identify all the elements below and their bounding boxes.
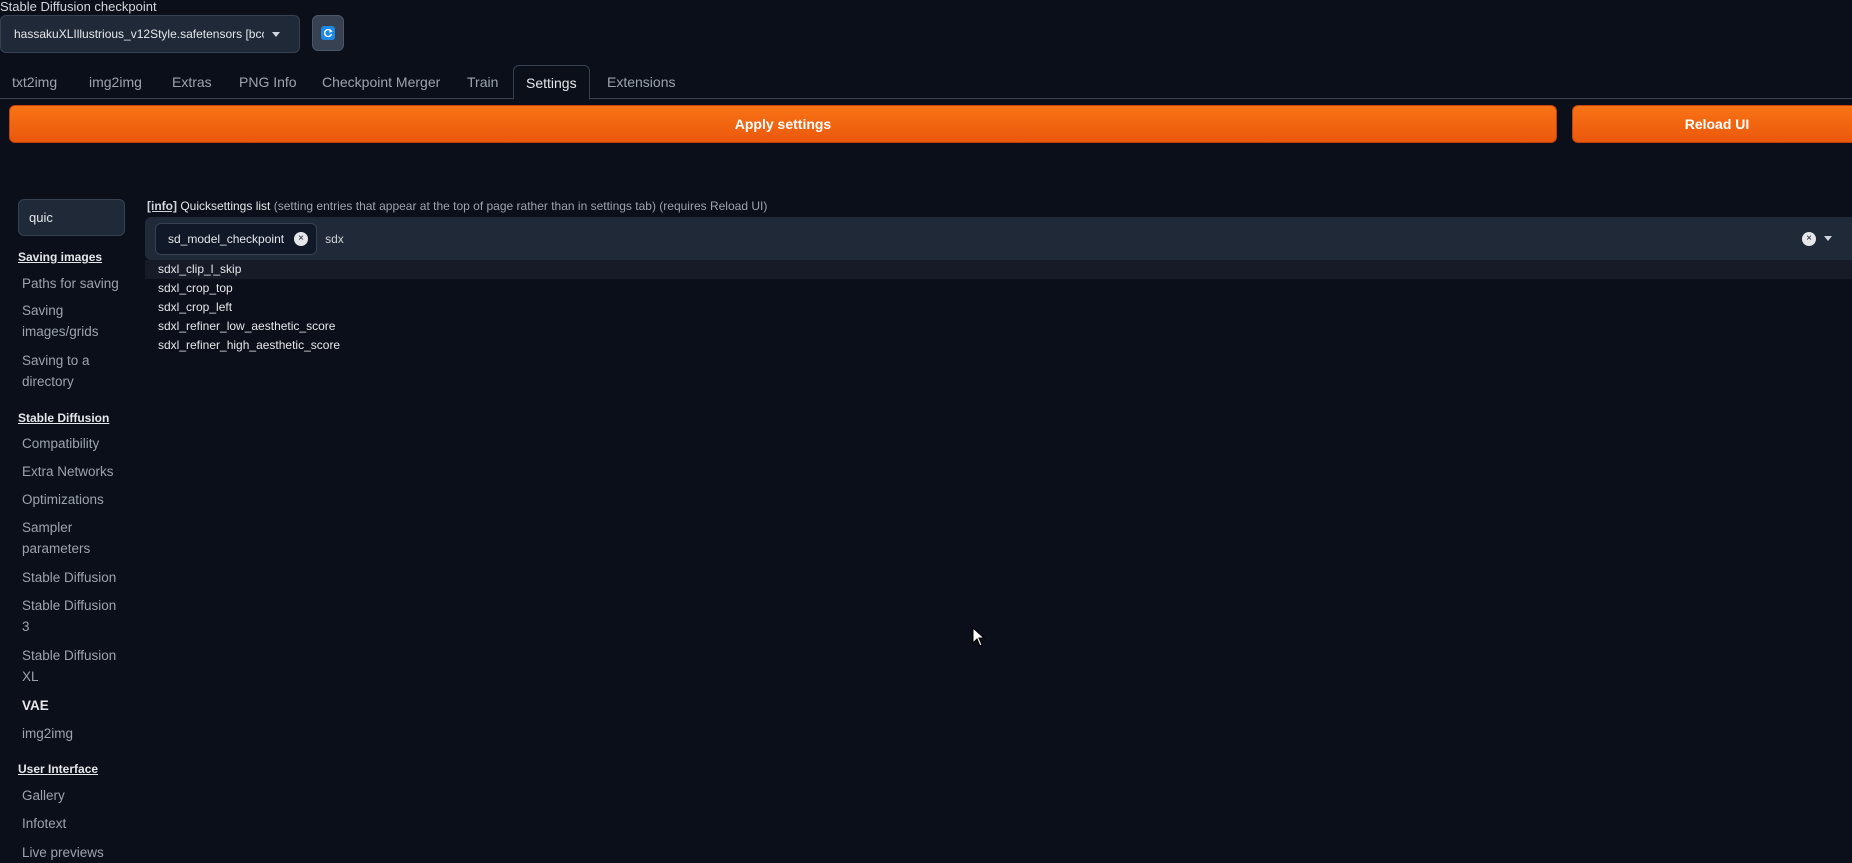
tab-txt2img[interactable]: txt2img (0, 65, 69, 99)
sidebar-item-label: Stable Diffusion (22, 598, 117, 613)
tab-img2img[interactable]: img2img (77, 65, 154, 99)
remove-token-icon[interactable]: × (294, 231, 309, 246)
sidebar-item-img2img[interactable]: img2img (18, 723, 130, 744)
multiselect-controls: × (1792, 217, 1832, 260)
suggestion-option[interactable]: sdxl_refiner_high_aesthetic_score (145, 336, 1852, 355)
refresh-icon (321, 26, 335, 40)
sidebar-item-stable-diffusion-xl[interactable]: Stable Diffusion XL (18, 645, 130, 687)
token-label: sd_model_checkpoint (168, 231, 285, 246)
tab-train[interactable]: Train (455, 65, 510, 99)
suggestion-option[interactable]: sdxl_clip_l_skip (145, 260, 1852, 279)
setting-description: (setting entries that appear at the top … (273, 199, 768, 213)
quicksettings-multiselect[interactable]: sd_model_checkpoint × sdx × (145, 217, 1852, 260)
sidebar-item-live-previews[interactable]: Live previews (18, 842, 130, 863)
sidebar-section-user-interface[interactable]: User Interface (18, 762, 98, 776)
selected-token: sd_model_checkpoint × (155, 222, 318, 255)
checkpoint-label: Stable Diffusion checkpoint (0, 0, 157, 14)
sidebar-item-label: 3 (22, 619, 30, 634)
sidebar-item-label: directory (22, 374, 74, 389)
checkpoint-dropdown[interactable]: hassakuXLIllustrious_v12Style.safetensor… (0, 15, 300, 53)
sidebar-item-label: images/grids (22, 324, 99, 339)
tab-checkpoint-merger[interactable]: Checkpoint Merger (310, 65, 452, 99)
sidebar-item-infotext[interactable]: Infotext (18, 813, 130, 834)
sidebar-item-compatibility[interactable]: Compatibility (18, 433, 130, 454)
checkpoint-value: hassakuXLIllustrious_v12Style.safetensor… (14, 27, 264, 41)
sidebar-item-stable-diffusion[interactable]: Stable Diffusion (18, 567, 130, 588)
sidebar-section-stable-diffusion[interactable]: Stable Diffusion (18, 411, 109, 425)
sidebar-item-label: Saving (22, 303, 64, 318)
sidebar-item-paths-for-saving[interactable]: Paths for saving (18, 273, 130, 294)
apply-settings-button[interactable]: Apply settings (9, 105, 1557, 143)
sidebar-item-vae[interactable]: VAE (18, 695, 130, 716)
chevron-down-icon[interactable] (1824, 236, 1832, 241)
settings-search-input[interactable]: quic (18, 199, 125, 236)
refresh-checkpoint-button[interactable] (312, 15, 344, 51)
sidebar-item-saving-images-grids[interactable]: Saving images/grids (18, 300, 130, 342)
sidebar-item-saving-to-directory[interactable]: Saving to a directory (18, 350, 130, 392)
sidebar-item-label: parameters (22, 541, 91, 556)
sidebar-item-optimizations[interactable]: Optimizations (18, 489, 130, 510)
suggestion-option[interactable]: sdxl_crop_top (145, 279, 1852, 298)
clear-all-icon[interactable]: × (1802, 231, 1816, 246)
tab-settings[interactable]: Settings (513, 65, 590, 100)
setting-title: Quicksettings list (180, 199, 271, 213)
info-link[interactable]: [info] (147, 199, 177, 213)
suggestion-option[interactable]: sdxl_crop_left (145, 298, 1852, 317)
sidebar-item-label: Sampler (22, 520, 73, 535)
chevron-down-icon (272, 31, 280, 37)
sidebar-item-extra-networks[interactable]: Extra Networks (18, 461, 130, 482)
sidebar-item-gallery[interactable]: Gallery (18, 785, 130, 806)
suggestion-option[interactable]: sdxl_refiner_low_aesthetic_score (145, 317, 1852, 336)
tab-extensions[interactable]: Extensions (595, 65, 687, 99)
tab-png-info[interactable]: PNG Info (227, 65, 309, 99)
suggestion-list: sdxl_clip_l_skip sdxl_crop_top sdxl_crop… (145, 260, 1852, 355)
tab-extras[interactable]: Extras (160, 65, 224, 99)
reload-ui-button[interactable]: Reload UI (1572, 105, 1852, 143)
main-tabs: txt2img img2img Extras PNG Info Checkpoi… (0, 65, 1852, 100)
sidebar-section-saving-images[interactable]: Saving images (18, 250, 102, 264)
sidebar-item-label: XL (22, 669, 39, 684)
quicksettings-label: [info] Quicksettings list (setting entri… (147, 199, 767, 213)
multiselect-input[interactable]: sdx (325, 232, 344, 246)
sidebar-item-sampler-parameters[interactable]: Sampler parameters (18, 517, 130, 559)
sidebar-item-label: Stable Diffusion (22, 648, 117, 663)
sidebar-item-stable-diffusion-3[interactable]: Stable Diffusion 3 (18, 595, 130, 637)
sidebar-item-label: Saving to a (22, 353, 90, 368)
